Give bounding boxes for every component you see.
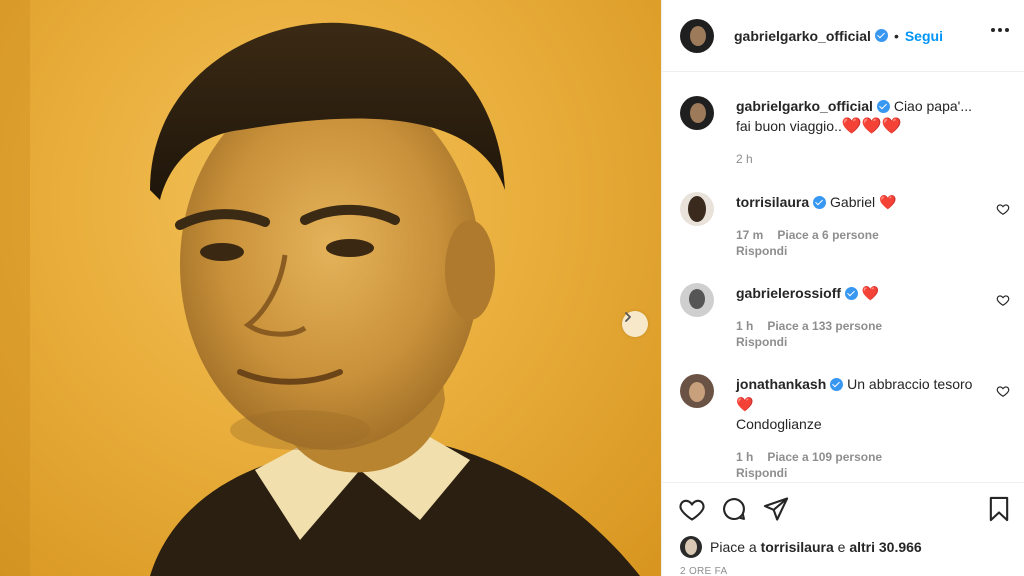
comment-body: ❤️ <box>861 285 880 301</box>
like-comment-heart-icon[interactable] <box>996 202 1010 216</box>
comment-time: 1 h <box>736 319 754 333</box>
reply-button[interactable]: Rispondi <box>736 244 787 258</box>
caption-avatar[interactable] <box>680 96 714 130</box>
likes-middle: e <box>837 539 846 555</box>
post-side-panel: gabrielgarko_official • Segui gabrielgar… <box>661 0 1024 576</box>
reply-button[interactable]: Rispondi <box>736 335 787 349</box>
caption-line1: Ciao papa'... <box>893 98 972 114</box>
caption-text: gabrielgarko_official Ciao papa'... fai … <box>736 96 986 137</box>
caption-hearts: ❤️❤️❤️ <box>841 118 902 135</box>
commenter-avatar[interactable] <box>680 192 714 226</box>
post-photo[interactable] <box>0 0 661 576</box>
comment-username[interactable]: jonathankash <box>736 376 826 392</box>
comment-text: jonathankash Un abbraccio tesoro ❤️ Cond… <box>736 374 986 434</box>
verified-badge-icon <box>830 378 844 391</box>
post-caption: gabrielgarko_official Ciao papa'... fai … <box>680 96 1010 176</box>
likes-user[interactable]: torrisilaura <box>761 539 834 555</box>
post-actions: Piace a torrisilaura e altri 30.966 <box>662 482 1024 576</box>
like-comment-heart-icon[interactable] <box>996 293 1010 307</box>
heart-outline-icon[interactable] <box>678 495 706 523</box>
bookmark-icon[interactable] <box>985 495 1013 523</box>
author-username[interactable]: gabrielgarko_official <box>734 28 871 44</box>
comment-item: torrisilaura Gabriel ❤️ 17 m Piace a 6 pe… <box>680 192 1010 262</box>
likes-summary[interactable]: Piace a torrisilaura e altri 30.966 <box>680 536 922 558</box>
comment-likes[interactable]: Piace a 6 persone <box>777 228 878 242</box>
caption-username[interactable]: gabrielgarko_official <box>736 98 873 114</box>
comment-likes[interactable]: Piace a 109 persone <box>767 450 882 464</box>
comment-meta: 1 h Piace a 133 persone <box>736 319 896 333</box>
caption-line2: fai buon viaggio.. <box>736 118 842 134</box>
verified-badge-icon <box>845 287 859 300</box>
comment-username[interactable]: gabrielerossioff <box>736 285 841 301</box>
comment-bubble-icon[interactable] <box>720 495 748 523</box>
commenter-avatar[interactable] <box>680 374 714 408</box>
likes-others[interactable]: altri 30.966 <box>849 539 921 555</box>
comment-username[interactable]: torrisilaura <box>736 194 809 210</box>
comment-item: gabrielerossioff ❤️ 1 h Piace a 133 perso… <box>680 283 1010 353</box>
caption-time: 2 h <box>736 152 753 166</box>
comment-meta: 17 m Piace a 6 persone <box>736 228 893 242</box>
comment-time: 17 m <box>736 228 764 242</box>
header-separator: • <box>893 27 899 44</box>
paper-plane-icon[interactable] <box>762 495 790 523</box>
comment-meta: 1 h Piace a 109 persone <box>736 450 896 464</box>
post-time-ago[interactable]: 2 ORE FA <box>680 566 727 576</box>
comment-likes[interactable]: Piace a 133 persone <box>767 319 882 333</box>
action-row <box>678 495 790 523</box>
portrait-image <box>0 0 640 576</box>
post-header: gabrielgarko_official • Segui <box>662 0 1024 72</box>
like-comment-heart-icon[interactable] <box>996 384 1010 398</box>
comment-text: gabrielerossioff ❤️ <box>736 283 986 303</box>
liker-avatar <box>680 536 702 558</box>
likes-prefix: Piace a <box>710 539 757 555</box>
comments-list[interactable]: gabrielgarko_official Ciao papa'... fai … <box>662 72 1024 482</box>
verified-badge-icon <box>874 29 888 42</box>
next-photo-button[interactable] <box>622 311 648 337</box>
comment-time: 1 h <box>736 450 754 464</box>
verified-badge-icon <box>813 196 827 209</box>
follow-button[interactable]: Segui <box>905 28 943 44</box>
verified-badge-icon <box>876 100 890 113</box>
commenter-avatar[interactable] <box>680 283 714 317</box>
more-dots-icon[interactable] <box>991 28 1009 32</box>
author-avatar[interactable] <box>680 18 714 53</box>
comment-item: jonathankash Un abbraccio tesoro ❤️ Cond… <box>680 374 1010 482</box>
comment-text: torrisilaura Gabriel ❤️ <box>736 192 986 212</box>
comment-body-line2: Condoglianze <box>736 416 822 432</box>
chevron-right-icon <box>625 312 631 322</box>
reply-button[interactable]: Rispondi <box>736 466 787 480</box>
comment-body: Gabriel ❤️ <box>830 194 897 210</box>
